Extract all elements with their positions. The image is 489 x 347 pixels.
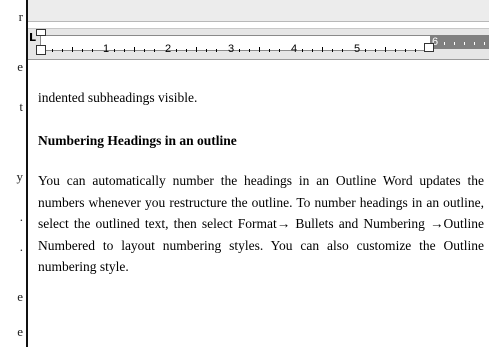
first-line-indent-marker[interactable] <box>36 29 46 36</box>
margin-fragment: e <box>17 59 23 74</box>
fragment-line: indented subheadings visible. <box>38 90 198 105</box>
ruler-tick <box>259 47 260 52</box>
ruler-tick <box>454 42 455 45</box>
ruler-number: 4 <box>291 43 298 55</box>
ruler-tick <box>154 49 155 52</box>
body-paragraph: You can automatically number the heading… <box>38 173 484 274</box>
ruler-tick <box>405 49 406 52</box>
hanging-indent-marker[interactable] <box>36 45 46 55</box>
ruler-tick <box>269 49 270 52</box>
ruler-tick <box>52 49 53 52</box>
ruler-tick <box>249 49 250 52</box>
horizontal-ruler[interactable]: L 1 2 3 4 5 6 <box>28 28 489 60</box>
margin-fragment: r <box>18 9 23 24</box>
ruler-tick <box>365 49 366 52</box>
ruler-tick <box>312 49 313 52</box>
ruler-tick <box>302 49 303 52</box>
ruler-tick <box>62 49 63 52</box>
ruler-tick <box>395 49 396 52</box>
ruler-tick <box>176 49 177 52</box>
margin-fragment: . <box>19 209 23 224</box>
ruler-tick <box>92 49 93 52</box>
ruler-tick <box>206 49 207 52</box>
ruler-number: 5 <box>354 43 361 55</box>
ruler-tick <box>322 47 323 52</box>
ruler-tick <box>444 42 445 45</box>
section-heading: Numbering Headings in an outline <box>38 133 237 148</box>
ruler-tick <box>134 47 135 52</box>
ruler-text-area: 1 2 3 4 5 <box>40 35 432 55</box>
margin-fragment: e <box>17 289 23 304</box>
ruler-tick <box>114 49 115 52</box>
ruler-tick <box>216 49 217 52</box>
ruler-tick <box>196 47 197 52</box>
ruler-tick <box>186 49 187 52</box>
right-indent-marker[interactable] <box>424 43 434 52</box>
ruler-tick <box>415 49 416 52</box>
margin-fragment: e <box>17 324 23 339</box>
margin-fragment: . <box>19 239 23 254</box>
ruler-tick <box>82 49 83 52</box>
ruler-tick <box>375 49 376 52</box>
ruler-tick <box>144 49 145 52</box>
ruler-tick <box>332 49 333 52</box>
ruler-number: 3 <box>228 43 235 55</box>
ruler-tick <box>239 49 240 52</box>
ruler-number: 2 <box>165 43 172 55</box>
ruler-tick <box>124 49 125 52</box>
ruler-tick <box>385 47 386 52</box>
document-body[interactable]: indented subheadings visible. Numbering … <box>38 64 484 278</box>
ruler-right-margin: 6 <box>430 35 489 49</box>
margin-fragment: t <box>19 99 23 114</box>
ruler-tick <box>72 47 73 52</box>
ruler-tick <box>279 49 280 52</box>
ruler-number: 1 <box>103 43 110 55</box>
ruler-tick <box>342 49 343 52</box>
left-page-strip: r e t y . . e e <box>0 0 28 347</box>
ruler-tick <box>474 42 475 45</box>
toolbar-area <box>28 0 489 22</box>
ruler-tick <box>464 42 465 45</box>
margin-fragment: y <box>16 169 24 184</box>
ruler-tick <box>484 42 485 45</box>
